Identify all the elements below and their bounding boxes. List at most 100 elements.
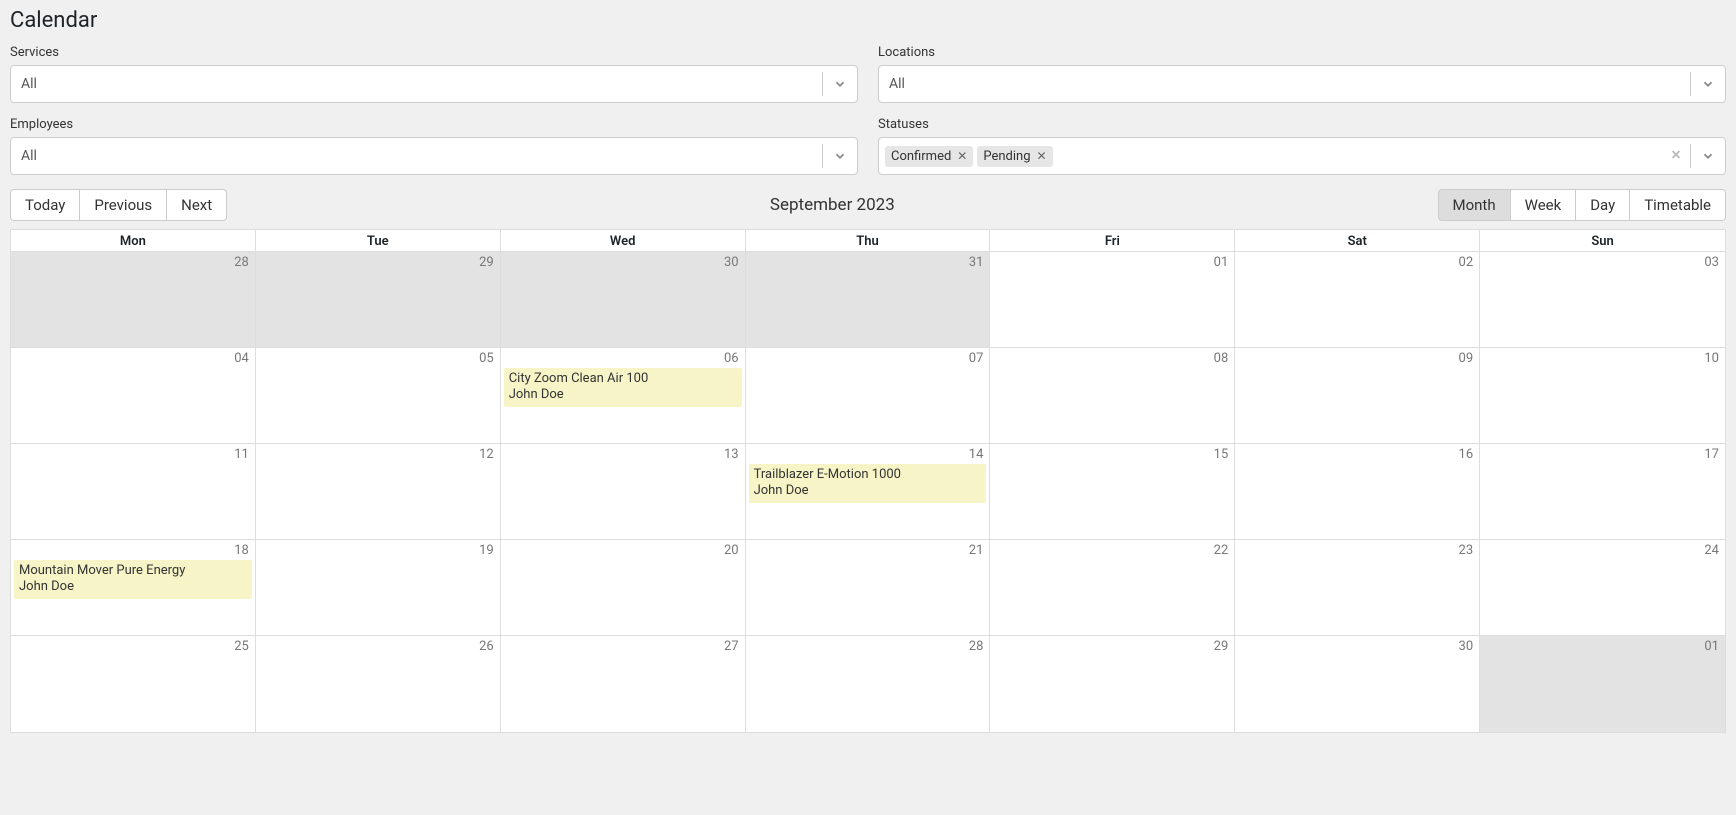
weekday-header: Tue [256,230,501,252]
weekday-header: Sun [1480,230,1725,252]
current-range-label: September 2023 [770,195,895,215]
day-cell[interactable]: 18 Mountain Mover Pure EnergyJohn Doe [11,540,256,636]
calendar-event[interactable]: City Zoom Clean Air 100John Doe [504,368,742,407]
view-month-button[interactable]: Month [1438,189,1511,221]
day-cell[interactable]: 23 [1235,540,1480,636]
day-number: 08 [1214,351,1229,366]
day-cell[interactable]: 17 [1480,444,1725,540]
day-number: 15 [1214,447,1229,462]
day-cell[interactable]: 22 [990,540,1235,636]
week-row: 2829303101 02 03 [11,252,1725,348]
view-week-button[interactable]: Week [1511,189,1577,221]
today-button[interactable]: Today [10,189,80,221]
day-cell[interactable]: 13 [501,444,746,540]
filters-panel: Services All Locations All Employees All [10,45,1726,175]
day-cell[interactable]: 08 [990,348,1235,444]
day-cell[interactable]: 26 [256,636,501,732]
day-cell[interactable]: 05 [256,348,501,444]
day-number: 09 [1459,351,1474,366]
filter-services-label: Services [10,45,858,60]
day-number: 24 [1704,543,1719,558]
weekday-header: Mon [11,230,256,252]
day-cell[interactable]: 14 Trailblazer E-Motion 1000John Doe [746,444,991,540]
select-divider [1690,144,1691,168]
day-cell[interactable]: 30 [1235,636,1480,732]
remove-tag-icon[interactable]: ✕ [957,149,967,163]
day-cell[interactable]: 31 [746,252,991,348]
day-cell[interactable]: 29 [990,636,1235,732]
calendar-toolbar: Today Previous Next September 2023 Month… [10,189,1726,221]
status-tag: Pending✕ [977,146,1052,167]
filter-statuses: Statuses Confirmed✕Pending✕ [878,117,1726,175]
chevron-down-icon [833,149,847,163]
day-number: 20 [724,543,739,558]
day-cell[interactable]: 01 [990,252,1235,348]
select-divider [1690,72,1691,96]
day-cell[interactable]: 11 [11,444,256,540]
weekday-header: Sat [1235,230,1480,252]
event-title: Mountain Mover Pure Energy [19,563,247,579]
day-number: 05 [479,351,494,366]
day-cell[interactable]: 19 [256,540,501,636]
day-cell[interactable]: 21 [746,540,991,636]
nav-button-group: Today Previous Next [10,189,227,221]
calendar-event[interactable]: Mountain Mover Pure EnergyJohn Doe [14,560,252,599]
day-cell[interactable]: 03 [1480,252,1725,348]
day-number: 01 [1704,639,1719,654]
employees-select[interactable]: All [10,137,858,175]
day-cell[interactable]: 12 [256,444,501,540]
previous-button[interactable]: Previous [80,189,167,221]
day-cell[interactable]: 27 [501,636,746,732]
event-who: John Doe [19,579,247,595]
filter-employees: Employees All [10,117,858,175]
day-number: 07 [969,351,984,366]
day-cell[interactable]: 09 [1235,348,1480,444]
next-button[interactable]: Next [167,189,227,221]
weekday-header: Fri [990,230,1235,252]
day-cell[interactable]: 25 [11,636,256,732]
services-select[interactable]: All [10,65,858,103]
day-cell[interactable]: 15 [990,444,1235,540]
day-cell[interactable]: 04 [11,348,256,444]
view-timetable-button[interactable]: Timetable [1630,189,1726,221]
day-number: 14 [969,447,984,462]
day-number: 23 [1459,543,1474,558]
day-number: 19 [479,543,494,558]
day-number: 18 [234,543,249,558]
remove-tag-icon[interactable]: ✕ [1037,149,1047,163]
day-number: 04 [234,351,249,366]
day-number: 28 [969,639,984,654]
day-cell[interactable]: 01 [1480,636,1725,732]
day-cell[interactable]: 24 [1480,540,1725,636]
day-cell[interactable]: 07 [746,348,991,444]
view-day-button[interactable]: Day [1576,189,1630,221]
event-title: Trailblazer E-Motion 1000 [754,467,982,483]
day-cell[interactable]: 29 [256,252,501,348]
clear-all-icon[interactable] [1669,147,1683,166]
week-row: 04 05 06City Zoom Clean Air 100John Doe 07 0… [11,348,1725,444]
day-cell[interactable]: 16 [1235,444,1480,540]
calendar-event[interactable]: Trailblazer E-Motion 1000John Doe [749,464,987,503]
day-number: 16 [1459,447,1474,462]
week-row: 111213 14 Trailblazer E-Motion 1000John Do… [11,444,1725,540]
day-number: 02 [1459,255,1474,270]
day-number: 17 [1704,447,1719,462]
filter-services: Services All [10,45,858,103]
day-cell[interactable]: 06City Zoom Clean Air 100John Doe [501,348,746,444]
day-cell[interactable]: 10 [1480,348,1725,444]
chevron-down-icon [1701,77,1715,91]
services-select-value: All [21,76,37,92]
day-cell[interactable]: 02 [1235,252,1480,348]
day-cell[interactable]: 30 [501,252,746,348]
status-tag: Confirmed ✕ [885,146,973,167]
locations-select[interactable]: All [878,65,1726,103]
filter-locations: Locations All [878,45,1726,103]
statuses-select[interactable]: Confirmed✕Pending✕ [878,137,1726,175]
day-number: 22 [1214,543,1229,558]
day-number: 25 [234,639,249,654]
day-cell[interactable]: 20 [501,540,746,636]
day-cell[interactable]: 28 [746,636,991,732]
day-number: 27 [724,639,739,654]
day-cell[interactable]: 28 [11,252,256,348]
status-tag-label: Confirmed [891,149,951,164]
